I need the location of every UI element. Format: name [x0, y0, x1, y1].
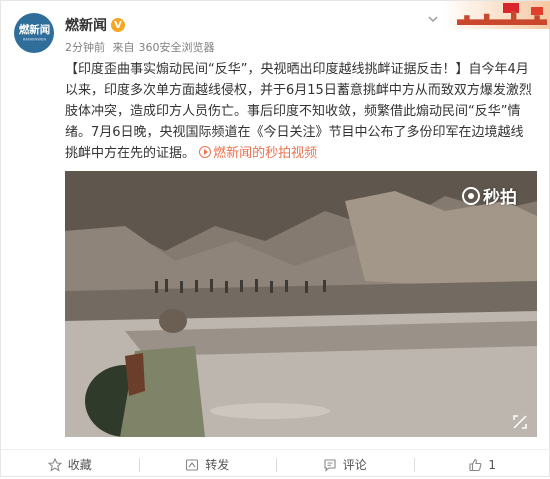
comment-icon: [323, 458, 337, 472]
star-icon: [48, 458, 62, 472]
post-text: 【印度歪曲事实煽动民间“反华”，央视晒出印度越线挑衅证据反击！】自今年4月以来，…: [65, 59, 535, 164]
avatar[interactable]: 燃新闻 RANXINWEN: [14, 13, 54, 53]
comment-button[interactable]: 评论: [276, 450, 414, 479]
verified-badge-icon: V: [111, 18, 125, 32]
source-prefix: 来自: [113, 41, 135, 54]
favorite-button[interactable]: 收藏: [1, 450, 139, 479]
like-icon: [468, 458, 482, 472]
video-watermark: 秒拍: [462, 183, 517, 208]
post-meta: 2分钟前 来自 360安全浏览器: [65, 39, 219, 55]
weibo-post-card: 燃新闻 RANXINWEN 燃新闻 V 2分钟前 来自 360安全浏览器 【印度歪…: [0, 0, 550, 477]
favorite-label: 收藏: [68, 456, 92, 473]
video-frame: [65, 171, 537, 437]
fullscreen-icon[interactable]: [513, 415, 527, 429]
video-link[interactable]: 燃新闻的秒拍视频: [199, 146, 317, 161]
chevron-down-icon[interactable]: [427, 13, 439, 25]
repost-button[interactable]: 转发: [139, 450, 277, 479]
share-icon: [185, 458, 199, 472]
repost-label: 转发: [205, 456, 229, 473]
avatar-logo: 燃新闻 RANXINWEN: [18, 24, 49, 41]
miaopai-logo-icon: [462, 187, 480, 205]
author-row: 燃新闻 V: [65, 15, 125, 35]
post-source: 360安全浏览器: [139, 41, 215, 54]
decorative-banner: [443, 1, 550, 29]
like-button[interactable]: 1: [414, 450, 550, 479]
post-time[interactable]: 2分钟前: [65, 41, 105, 54]
comment-label: 评论: [343, 456, 367, 473]
play-icon: [199, 146, 211, 158]
video-player[interactable]: 秒拍: [65, 171, 537, 437]
author-name[interactable]: 燃新闻: [65, 15, 107, 35]
action-bar: 收藏 转发 评论 1: [1, 449, 550, 479]
like-count: 1: [488, 458, 496, 472]
